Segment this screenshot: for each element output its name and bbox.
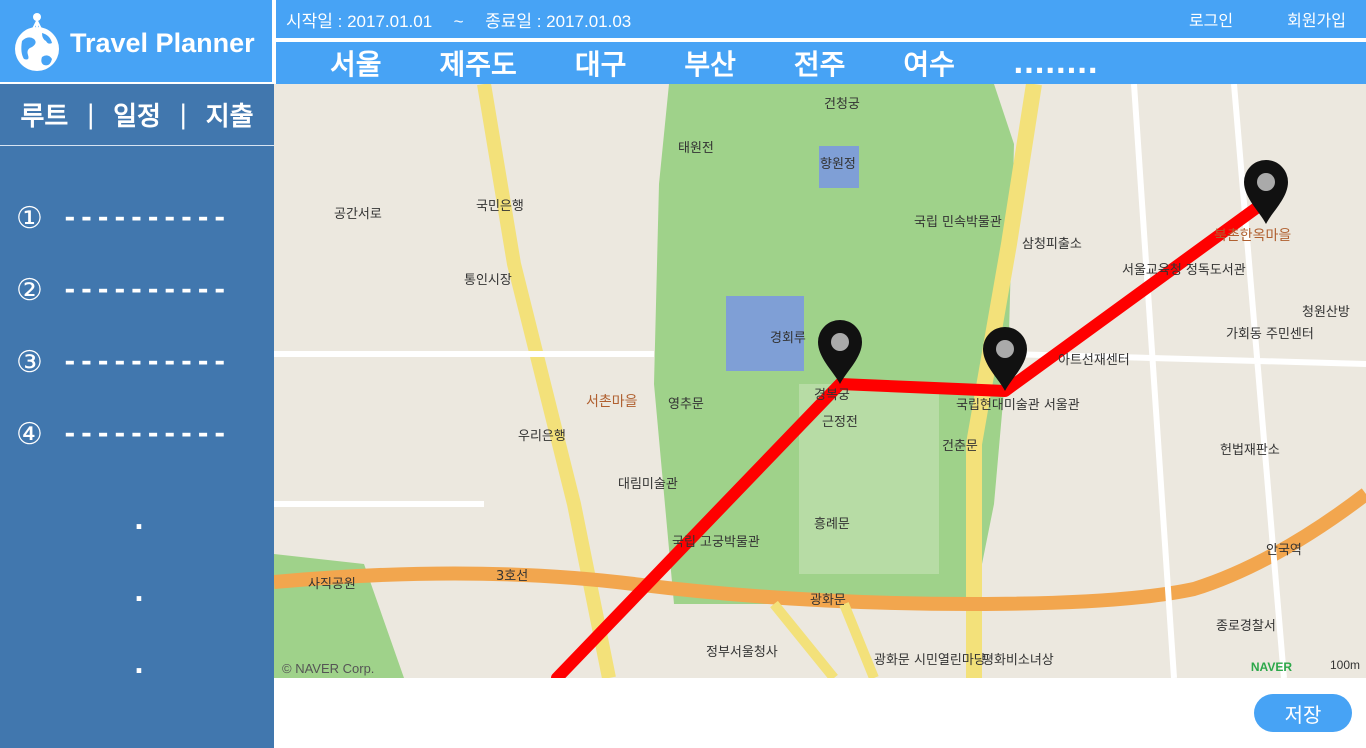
map-label: 태원전 bbox=[678, 141, 714, 156]
map-label: 서울교육청 정독도서관 bbox=[1122, 263, 1246, 278]
map-label: 3호선 bbox=[496, 569, 528, 584]
ellipsis-dot: . bbox=[134, 506, 144, 536]
city-tab-daegu[interactable]: 대구 bbox=[575, 43, 627, 83]
map-label: 북촌한옥마을 bbox=[1214, 228, 1291, 244]
map-label: 경복궁 bbox=[814, 388, 850, 403]
map-label: 근정전 bbox=[822, 415, 858, 430]
city-tab-seoul[interactable]: 서울 bbox=[330, 43, 382, 83]
app-title: Travel Planner bbox=[70, 27, 255, 58]
route-item[interactable]: ③ ---------- bbox=[0, 326, 274, 398]
city-tab-more[interactable]: ........ bbox=[1013, 47, 1098, 80]
route-number: ④ bbox=[16, 416, 43, 452]
map-label: 삼청피출소 bbox=[1022, 237, 1082, 252]
route-item[interactable]: ④ ---------- bbox=[0, 398, 274, 470]
map-label: 대림미술관 bbox=[618, 477, 678, 492]
tab-route[interactable]: 루트 bbox=[20, 96, 68, 133]
map-copyright: © NAVER Corp. bbox=[282, 661, 375, 676]
map-label: 국립 민속박물관 bbox=[914, 215, 1002, 230]
map-label: 공간서로 bbox=[334, 207, 382, 222]
save-button[interactable]: 저장 bbox=[1254, 694, 1352, 732]
map-label: 청원산방 bbox=[1302, 305, 1350, 320]
map-label: 정부서울청사 bbox=[706, 645, 778, 660]
map-canvas: 경복궁 근정전 향원정 태원전 경회루 국립 민속박물관 국립 고궁박물관 흥례… bbox=[274, 84, 1366, 678]
more-indicator: . . . bbox=[0, 508, 274, 724]
tab-schedule[interactable]: 일정 bbox=[113, 96, 161, 133]
tab-separator: | bbox=[178, 99, 188, 130]
city-tab-jeonju[interactable]: 전주 bbox=[794, 43, 846, 83]
sidebar-tabs: 루트 | 일정 | 지출 bbox=[0, 84, 274, 146]
route-placeholder: ---------- bbox=[62, 347, 229, 377]
route-placeholder: ---------- bbox=[62, 419, 229, 449]
route-placeholder: ---------- bbox=[62, 203, 229, 233]
map-label: 건청궁 bbox=[824, 97, 860, 112]
route-item[interactable]: ① ---------- bbox=[0, 182, 274, 254]
map-scale: 100m bbox=[1329, 658, 1360, 672]
map-label: 아트선재센터 bbox=[1058, 353, 1130, 368]
date-separator: ~ bbox=[453, 11, 464, 31]
map-label: 국립 고궁박물관 bbox=[672, 535, 760, 550]
route-map[interactable]: 경복궁 근정전 향원정 태원전 경회루 국립 민속박물관 국립 고궁박물관 흥례… bbox=[274, 84, 1366, 678]
city-tab-jeju[interactable]: 제주도 bbox=[440, 43, 517, 83]
route-item[interactable]: ② ---------- bbox=[0, 254, 274, 326]
map-label: 국립현대미술관 서울관 bbox=[956, 398, 1080, 413]
road-sejong bbox=[770, 600, 879, 678]
login-link[interactable]: 로그인 bbox=[1189, 7, 1233, 31]
auth-links: 로그인 회원가입 bbox=[1189, 7, 1346, 31]
route-placeholder: ---------- bbox=[62, 275, 229, 305]
map-label: 헌법재판소 bbox=[1220, 443, 1280, 458]
map-label: 흥례문 bbox=[814, 517, 850, 532]
tab-separator: | bbox=[86, 99, 96, 130]
road-jahamun bbox=[477, 84, 616, 678]
app-logo[interactable]: Travel Planner bbox=[0, 0, 272, 82]
map-label: 안국역 bbox=[1266, 543, 1302, 558]
sidebar: 루트 | 일정 | 지출 ① ---------- ② ---------- ③… bbox=[0, 84, 274, 748]
map-label: 향원정 bbox=[820, 157, 856, 172]
top-bar: 시작일 : 2017.01.01 ~ 종료일 : 2017.01.03 로그인 … bbox=[276, 0, 1366, 38]
map-label: 영추문 bbox=[668, 397, 704, 412]
city-tab-busan[interactable]: 부산 bbox=[684, 43, 736, 83]
end-date: 종료일 : 2017.01.03 bbox=[485, 11, 632, 31]
map-label: 국민은행 bbox=[476, 198, 524, 214]
ellipsis-dot: . bbox=[134, 650, 144, 680]
map-label: 가회동 주민센터 bbox=[1226, 327, 1314, 342]
route-number: ① bbox=[16, 200, 43, 236]
map-label: 사직공원 bbox=[308, 577, 356, 592]
map-label: 통인시장 bbox=[464, 273, 512, 288]
map-label: 우리은행 bbox=[518, 428, 566, 444]
signup-link[interactable]: 회원가입 bbox=[1287, 7, 1346, 31]
start-date: 시작일 : 2017.01.01 bbox=[286, 11, 433, 31]
ellipsis-dot: . bbox=[134, 578, 144, 608]
route-number: ② bbox=[16, 272, 43, 308]
globe-traveler-icon bbox=[15, 13, 59, 71]
route-number: ③ bbox=[16, 344, 43, 380]
tab-expense[interactable]: 지출 bbox=[206, 96, 254, 133]
city-tab-yeosu[interactable]: 여수 bbox=[903, 43, 955, 83]
map-label: 광화문 시민열린마당 bbox=[874, 653, 986, 668]
map-label: 평화비소녀상 bbox=[982, 653, 1054, 668]
map-label: 건춘문 bbox=[942, 439, 978, 454]
map-label: 광화문 bbox=[810, 593, 846, 608]
route-list: ① ---------- ② ---------- ③ ---------- ④… bbox=[0, 182, 274, 470]
map-label: 경회루 bbox=[770, 331, 806, 346]
app-root: Travel Planner 시작일 : 2017.01.01 ~ 종료일 : … bbox=[0, 0, 1366, 748]
map-label: 서촌마을 bbox=[586, 394, 638, 410]
trip-dates: 시작일 : 2017.01.01 ~ 종료일 : 2017.01.03 bbox=[286, 7, 631, 32]
map-provider-logo: NAVER bbox=[1250, 660, 1292, 674]
city-nav: 서울 제주도 대구 부산 전주 여수 ........ bbox=[276, 42, 1366, 84]
map-label: 종로경찰서 bbox=[1216, 619, 1276, 634]
